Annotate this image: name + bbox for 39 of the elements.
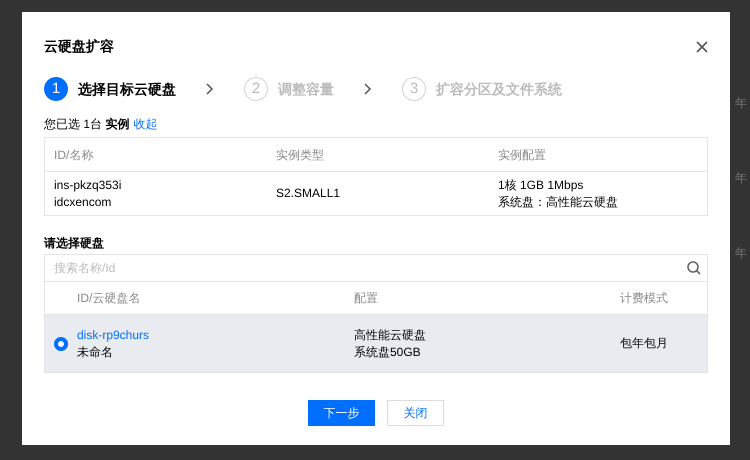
chevron-icon [364,83,372,95]
collapse-link[interactable]: 收起 [133,115,158,133]
radio-button[interactable] [54,336,68,350]
table-cell-text: 包年包月 [620,335,669,352]
step-number: 1 [44,77,68,101]
step[interactable]: 1 选择目标云硬盘 [44,77,176,101]
table-cell-text: 1核 1GB 1Mbps [498,176,584,194]
close-icon[interactable] [696,40,708,52]
step-label: 调整容量 [278,80,334,98]
search-icon[interactable] [687,261,701,275]
column-header: 实例类型 [276,146,325,164]
close-button[interactable]: 关闭 [387,400,444,426]
table-cell-text: S2.SMALL1 [276,185,342,202]
table-cell-text: ins-pkzq353i [54,176,122,194]
step-number: 2 [244,77,268,101]
column-header: 计费模式 [620,290,669,307]
disk-link[interactable]: disk-rp9churs [77,326,354,344]
dialog-title: 云硬盘扩容 [44,37,114,56]
table-row[interactable]: disk-rp9churs 未命名 高性能云硬盘 系统盘50GB 包年包月 [45,315,707,372]
table-cell-text: 系统盘50GB [354,344,422,360]
selection-summary: 您已选 1台 实例 [44,116,130,133]
chevron-icon [206,83,214,95]
column-header: 实例配置 [498,146,547,164]
search-field[interactable]: 搜索名称/Id [44,254,708,282]
table-cell-text: 年 [735,245,747,262]
table-cell-text: 高性能云硬盘 [354,326,427,344]
table-cell-text: idcxencom [54,194,112,210]
section-title: 请选择硬盘 [44,235,105,252]
column-header: 配置 [354,290,379,307]
step-number: 3 [402,77,426,101]
table-cell-text: 年 [735,95,747,112]
next-button[interactable]: 下一步 [308,400,375,426]
step-label: 扩容分区及文件系统 [436,80,562,98]
step-label: 选择目标云硬盘 [78,80,176,98]
column-header: ID/云硬盘名 [77,290,142,307]
table-cell-text: 年 [735,170,747,187]
table-cell-text: 系统盘：高性能云硬盘 [498,194,619,210]
column-header: ID/名称 [54,146,94,164]
table-cell-text: 未命名 [77,344,114,360]
